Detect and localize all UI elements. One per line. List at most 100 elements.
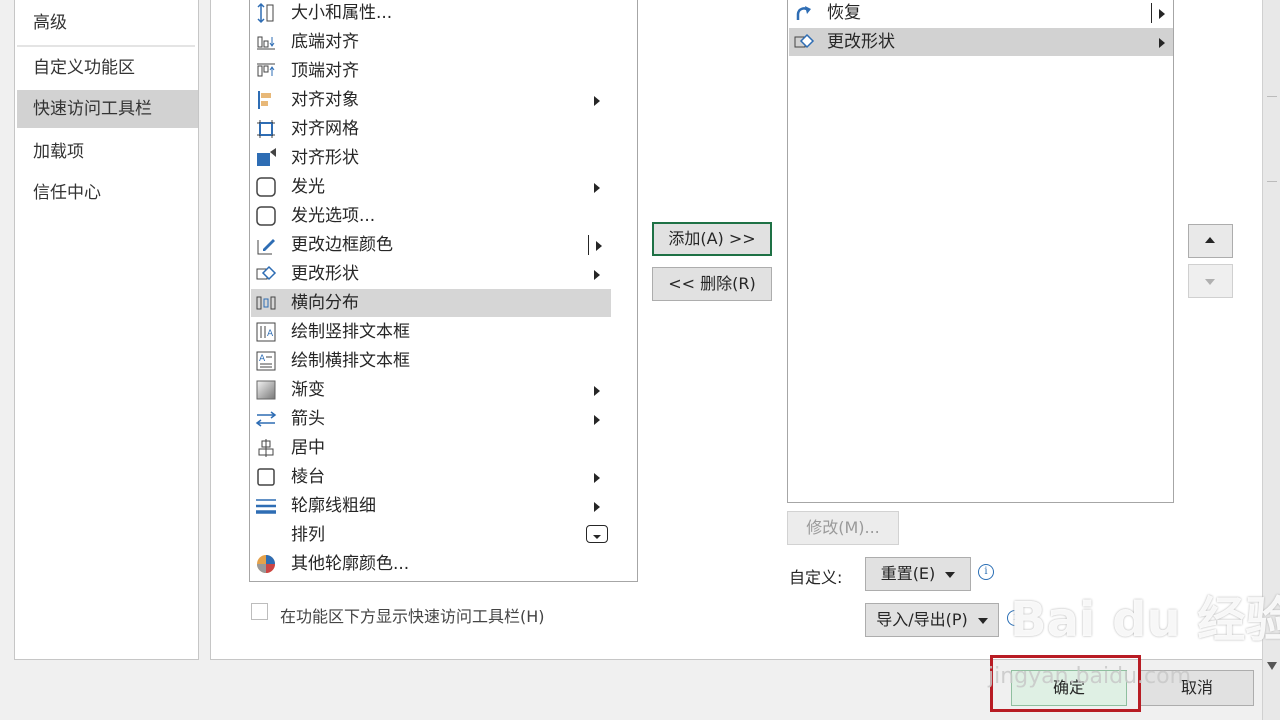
split-divider <box>588 235 589 255</box>
qat-item-label: 更改形状 <box>827 32 895 52</box>
distribute-horizontal-icon <box>256 296 276 310</box>
command-arrow[interactable]: 箭头 <box>251 405 611 433</box>
nav-item-advanced[interactable]: 高级 <box>17 4 198 42</box>
command-glow[interactable]: 发光 <box>251 173 611 201</box>
align-objects-icon <box>258 91 271 109</box>
dropdown-box-icon[interactable] <box>586 525 608 543</box>
command-size-properties[interactable]: 大小和属性... <box>251 0 611 27</box>
import-export-dropdown-button[interactable]: 导入/导出(P) <box>865 603 999 637</box>
command-snap-shape[interactable]: 对齐形状 <box>251 144 611 172</box>
horizontal-textbox-icon: A <box>256 351 276 371</box>
move-up-button[interactable] <box>1188 224 1233 258</box>
command-label: 发光选项... <box>291 206 376 226</box>
customize-label: 自定义: <box>789 568 843 587</box>
show-below-ribbon-label: 在功能区下方显示快速访问工具栏(H) <box>280 607 545 626</box>
command-distribute-horizontal[interactable]: 横向分布 <box>251 289 611 317</box>
command-bevel[interactable]: 棱台 <box>251 463 611 491</box>
command-label: 发光 <box>291 177 325 197</box>
glow-icon <box>256 177 276 197</box>
triangle-up-icon <box>1205 237 1215 243</box>
align-top-icon <box>257 63 275 77</box>
nav-item-trust-center[interactable]: 信任中心 <box>17 174 198 212</box>
qat-item-change-shape[interactable]: 更改形状 <box>789 28 1173 56</box>
submenu-arrow-icon <box>1159 38 1165 48</box>
arrow-icon <box>255 411 277 427</box>
outline-weight-icon <box>256 499 276 514</box>
command-snap-grid[interactable]: 对齐网格 <box>251 115 611 143</box>
more-outline-colors-icon <box>257 555 275 573</box>
qat-item-redo[interactable]: 恢复 <box>789 0 1173 27</box>
submenu-arrow-icon <box>594 270 600 280</box>
command-label: 对齐形状 <box>291 148 359 168</box>
show-below-ribbon-checkbox[interactable] <box>251 603 268 620</box>
submenu-arrow-icon <box>594 473 600 483</box>
command-label: 绘制横排文本框 <box>291 351 410 371</box>
command-label: 横向分布 <box>291 293 359 313</box>
remove-button[interactable]: << 删除(R) <box>652 267 772 301</box>
move-down-button[interactable] <box>1188 264 1233 298</box>
chevron-down-icon <box>977 617 988 624</box>
vertical-textbox-icon: A <box>256 322 276 342</box>
command-label: 居中 <box>291 438 325 458</box>
nav-item-add-ins[interactable]: 加载项 <box>17 133 198 171</box>
command-label: 对齐网格 <box>291 119 359 139</box>
glow-options-icon <box>256 206 276 226</box>
border-color-icon <box>257 239 275 255</box>
command-label: 更改形状 <box>291 264 359 284</box>
submenu-arrow-icon[interactable] <box>1159 9 1165 19</box>
command-label: 排列 <box>291 525 325 545</box>
command-label: 其他轮廓颜色... <box>291 554 410 574</box>
info-icon[interactable]: i <box>978 564 994 580</box>
command-label: 绘制竖排文本框 <box>291 322 410 342</box>
chevron-down-icon <box>945 571 956 578</box>
svg-text:A: A <box>259 354 266 364</box>
submenu-arrow-icon[interactable] <box>596 241 602 251</box>
submenu-arrow-icon <box>594 502 600 512</box>
command-label: 对齐对象 <box>291 90 359 110</box>
edge-mark <box>1267 90 1277 97</box>
add-button[interactable]: 添加(A) >> <box>652 222 772 256</box>
command-center[interactable]: 居中 <box>251 434 611 462</box>
redo-icon <box>796 6 811 20</box>
submenu-arrow-icon <box>594 183 600 193</box>
import-export-label: 导入/导出(P) <box>876 610 968 629</box>
nav-item-quick-access-toolbar[interactable]: 快速访问工具栏 <box>17 90 198 128</box>
svg-text:A: A <box>267 329 274 339</box>
command-label: 轮廓线粗细 <box>291 496 376 516</box>
available-commands-list[interactable]: 大小和属性... 底端对齐 顶端对齐 对齐对象 对齐网格 对齐形状 发光 发光选… <box>249 0 638 582</box>
size-properties-icon <box>257 2 274 24</box>
command-border-color[interactable]: 更改边框颜色 <box>251 231 611 259</box>
command-horizontal-textbox[interactable]: A 绘制横排文本框 <box>251 347 611 375</box>
change-shape-icon <box>256 265 277 281</box>
command-vertical-textbox[interactable]: A 绘制竖排文本框 <box>251 318 611 346</box>
command-outline-weight[interactable]: 轮廓线粗细 <box>251 492 611 520</box>
command-glow-options[interactable]: 发光选项... <box>251 202 611 230</box>
reset-label: 重置(E) <box>880 564 936 583</box>
submenu-arrow-icon <box>594 96 600 106</box>
nav-item-customize-ribbon[interactable]: 自定义功能区 <box>17 49 198 87</box>
command-label: 更改边框颜色 <box>291 235 393 255</box>
triangle-down-icon <box>1205 279 1215 285</box>
bevel-icon <box>257 468 275 486</box>
command-change-shape[interactable]: 更改形状 <box>251 260 611 288</box>
command-align-objects[interactable]: 对齐对象 <box>251 86 611 114</box>
command-align-bottom[interactable]: 底端对齐 <box>251 28 611 56</box>
modify-button[interactable]: 修改(M)... <box>787 511 899 545</box>
change-shape-icon <box>794 33 815 49</box>
reset-dropdown-button[interactable]: 重置(E) <box>865 557 971 591</box>
command-arrange[interactable]: 排列 <box>251 521 611 549</box>
submenu-arrow-icon <box>594 415 600 425</box>
command-label: 棱台 <box>291 467 325 487</box>
quick-access-toolbar-list[interactable]: 恢复 更改形状 <box>787 0 1174 503</box>
baidu-watermark: Bai du 经验 <box>1010 592 1280 648</box>
command-align-top[interactable]: 顶端对齐 <box>251 57 611 85</box>
snap-grid-icon <box>257 120 275 138</box>
nav-separator <box>17 45 195 47</box>
submenu-arrow-icon <box>594 386 600 396</box>
edge-arrow-icon <box>1267 655 1277 670</box>
command-gradient[interactable]: 渐变 <box>251 376 611 404</box>
command-more-outline-colors[interactable]: 其他轮廓颜色... <box>251 550 611 578</box>
center-icon <box>258 439 274 457</box>
snap-shape-icon <box>257 148 276 166</box>
command-label: 大小和属性... <box>291 3 393 23</box>
